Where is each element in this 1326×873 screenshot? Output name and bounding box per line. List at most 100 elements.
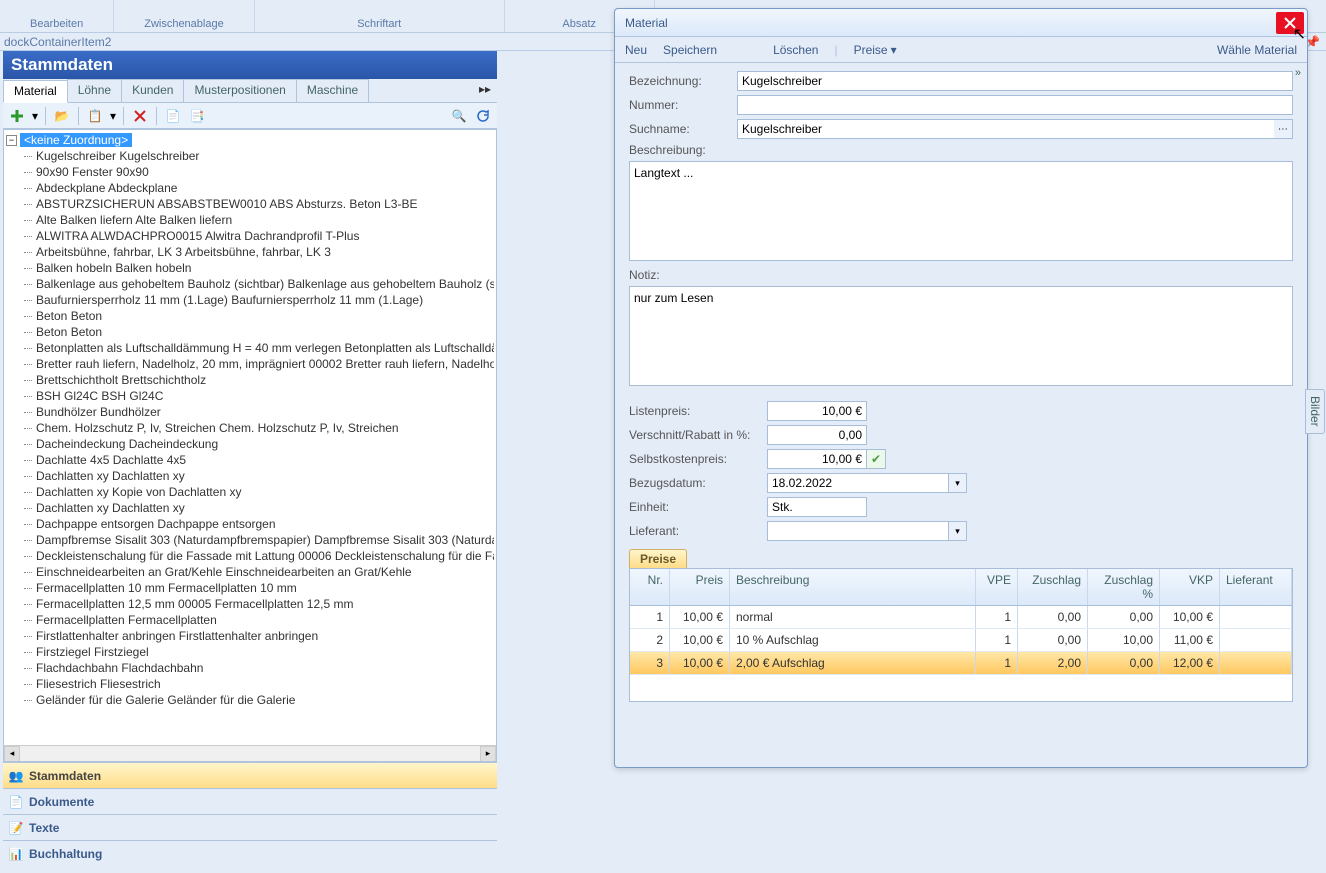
- col-beschreibung[interactable]: Beschreibung: [730, 569, 976, 605]
- expand-icon[interactable]: »: [1295, 67, 1301, 79]
- tree-scroll[interactable]: − <keine Zuordnung> Kugelschreiber Kugel…: [4, 130, 496, 745]
- bezugsdatum-field[interactable]: [767, 473, 949, 493]
- tree-item[interactable]: Dachlatten xy Kopie von Dachlatten xy: [6, 484, 494, 500]
- col-zuschlag[interactable]: Zuschlag: [1018, 569, 1088, 605]
- rabatt-field[interactable]: [767, 425, 867, 445]
- suchname-browse-button[interactable]: ⋯: [1274, 119, 1293, 139]
- tree-item[interactable]: 90x90 Fenster 90x90: [6, 164, 494, 180]
- tab-more-button[interactable]: ▸▸: [473, 79, 497, 102]
- einheit-field[interactable]: [767, 497, 867, 517]
- beschreibung-field[interactable]: Langtext ...: [629, 161, 1293, 261]
- listenpreis-field[interactable]: [767, 401, 867, 421]
- tree-item[interactable]: Fliesestrich Fliesestrich: [6, 676, 494, 692]
- col-vkp[interactable]: VKP: [1160, 569, 1220, 605]
- tree-item[interactable]: Beton Beton: [6, 324, 494, 340]
- copy-dropdown[interactable]: ▾: [109, 106, 117, 126]
- refresh-icon[interactable]: [473, 106, 493, 126]
- tree-item[interactable]: Fermacellplatten 12,5 mm 00005 Fermacell…: [6, 596, 494, 612]
- lieferant-dropdown-button[interactable]: ▾: [949, 521, 967, 541]
- tree-item[interactable]: Dachlatten xy Dachlatten xy: [6, 500, 494, 516]
- delete-button[interactable]: [130, 106, 150, 126]
- tree-item[interactable]: Kugelschreiber Kugelschreiber: [6, 148, 494, 164]
- suchname-field[interactable]: [737, 119, 1274, 139]
- tree-item[interactable]: ALWITRA ALWDACHPRO0015 Alwitra Dachrandp…: [6, 228, 494, 244]
- scroll-right-icon[interactable]: ▸: [480, 746, 496, 762]
- tree-item[interactable]: Brettschichtholt Brettschichtholz: [6, 372, 494, 388]
- tree-group[interactable]: <keine Zuordnung>: [20, 133, 132, 147]
- tree-item[interactable]: Abdeckplane Abdeckplane: [6, 180, 494, 196]
- tree-item[interactable]: Deckleistenschalung für die Fassade mit …: [6, 548, 494, 564]
- grid-cell: 10 % Aufschlag: [730, 629, 976, 651]
- bilder-side-tab[interactable]: Bilder: [1305, 389, 1325, 434]
- tree-item[interactable]: Einschneidearbeiten an Grat/Kehle Einsch…: [6, 564, 494, 580]
- date-dropdown-button[interactable]: ▾: [949, 473, 967, 493]
- tree-item[interactable]: ABSTURZSICHERUN ABSABSTBEW0010 ABS Abstu…: [6, 196, 494, 212]
- tab-kunden[interactable]: Kunden: [121, 79, 184, 102]
- tree-item[interactable]: Chem. Holzschutz P, Iv, Streichen Chem. …: [6, 420, 494, 436]
- nav-stammdaten[interactable]: 👥 Stammdaten: [3, 762, 497, 788]
- tree-item[interactable]: Baufurniersperrholz 11 mm (1.Lage) Baufu…: [6, 292, 494, 308]
- lieferant-field[interactable]: [767, 521, 949, 541]
- add-dropdown[interactable]: ▾: [31, 106, 39, 126]
- tree-item[interactable]: Firstlattenhalter anbringen Firstlattenh…: [6, 628, 494, 644]
- tab-maschine[interactable]: Maschine: [296, 79, 369, 102]
- tree-item[interactable]: Bretter rauh liefern, Nadelholz, 20 mm, …: [6, 356, 494, 372]
- tree-item[interactable]: Dachlatten xy Dachlatten xy: [6, 468, 494, 484]
- grid-row[interactable]: 210,00 €10 % Aufschlag10,0010,0011,00 €: [630, 629, 1292, 652]
- tree-item[interactable]: Fermacellplatten Fermacellplatten: [6, 612, 494, 628]
- col-vpe[interactable]: VPE: [976, 569, 1018, 605]
- tree-item[interactable]: Flachdachbahn Flachdachbahn: [6, 660, 494, 676]
- tree-item[interactable]: Firstziegel Firstziegel: [6, 644, 494, 660]
- nav-texte[interactable]: 📝 Texte: [3, 814, 497, 840]
- tree-item[interactable]: Balkenlage aus gehobeltem Bauholz (sicht…: [6, 276, 494, 292]
- tree-item[interactable]: Balken hobeln Balken hobeln: [6, 260, 494, 276]
- open-folder-icon[interactable]: 📂: [52, 106, 72, 126]
- tree-item[interactable]: Betonplatten als Luftschalldämmung H = 4…: [6, 340, 494, 356]
- prices-tab[interactable]: Preise: [629, 549, 687, 568]
- tree-item[interactable]: Fermacellplatten 10 mm Fermacellplatten …: [6, 580, 494, 596]
- tree-item[interactable]: Dachpappe entsorgen Dachpappe entsorgen: [6, 516, 494, 532]
- tree-item[interactable]: Geländer für die Galerie Geländer für di…: [6, 692, 494, 708]
- choose-material-button[interactable]: Wähle Material: [1217, 43, 1297, 57]
- new-button[interactable]: Neu: [625, 43, 647, 57]
- tree-item[interactable]: Dachlatte 4x5 Dachlatte 4x5: [6, 452, 494, 468]
- h-scrollbar[interactable]: ◂ ▸: [4, 745, 496, 761]
- copy-icon[interactable]: 📋: [85, 106, 105, 126]
- notiz-field[interactable]: nur zum Lesen: [629, 286, 1293, 386]
- selbstkosten-field[interactable]: [767, 449, 867, 469]
- col-nr[interactable]: Nr.: [630, 569, 670, 605]
- bezeichnung-field[interactable]: [737, 71, 1293, 91]
- tree-item[interactable]: Beton Beton: [6, 308, 494, 324]
- tree-item[interactable]: BSH Gl24C BSH Gl24C: [6, 388, 494, 404]
- tree-item[interactable]: Dampfbremse Sisalit 303 (Naturdampfbrems…: [6, 532, 494, 548]
- prices-dropdown[interactable]: Preise ▾: [854, 43, 897, 57]
- tab-musterpositionen[interactable]: Musterpositionen: [183, 79, 296, 102]
- add-button[interactable]: [7, 106, 27, 126]
- nav-buchhaltung[interactable]: 📊 Buchhaltung: [3, 840, 497, 866]
- ribbon-group-clipboard[interactable]: Zwischenablage: [114, 0, 255, 32]
- tab-loehne[interactable]: Löhne: [67, 79, 122, 102]
- delete-button[interactable]: Löschen: [773, 43, 818, 57]
- tree-item[interactable]: Bundhölzer Bundhölzer: [6, 404, 494, 420]
- nav-dokumente[interactable]: 📄 Dokumente: [3, 788, 497, 814]
- col-lieferant[interactable]: Lieferant: [1220, 569, 1292, 605]
- tree-item[interactable]: Alte Balken liefern Alte Balken liefern: [6, 212, 494, 228]
- save-button[interactable]: Speichern: [663, 43, 717, 57]
- doc2-icon[interactable]: 📑: [187, 106, 207, 126]
- col-zuschlag-pct[interactable]: Zuschlag %: [1088, 569, 1160, 605]
- tree-collapse-icon[interactable]: −: [6, 135, 17, 146]
- tree-item[interactable]: Arbeitsbühne, fahrbar, LK 3 Arbeitsbühne…: [6, 244, 494, 260]
- close-button[interactable]: ↖: [1276, 12, 1304, 34]
- confirm-price-button[interactable]: ✔: [866, 449, 886, 469]
- scroll-left-icon[interactable]: ◂: [4, 746, 20, 762]
- tab-material[interactable]: Material: [3, 80, 68, 103]
- grid-row[interactable]: 110,00 €normal10,000,0010,00 €: [630, 606, 1292, 629]
- grid-row[interactable]: 310,00 €2,00 € Aufschlag12,000,0012,00 €: [630, 652, 1292, 675]
- ribbon-group-font[interactable]: Schriftart: [255, 0, 505, 32]
- ribbon-group-edit[interactable]: Bearbeiten: [0, 0, 114, 32]
- doc1-icon[interactable]: 📄: [163, 106, 183, 126]
- tree-item[interactable]: Dacheindeckung Dacheindeckung: [6, 436, 494, 452]
- nummer-field[interactable]: [737, 95, 1293, 115]
- col-preis[interactable]: Preis: [670, 569, 730, 605]
- search-icon[interactable]: 🔍: [449, 106, 469, 126]
